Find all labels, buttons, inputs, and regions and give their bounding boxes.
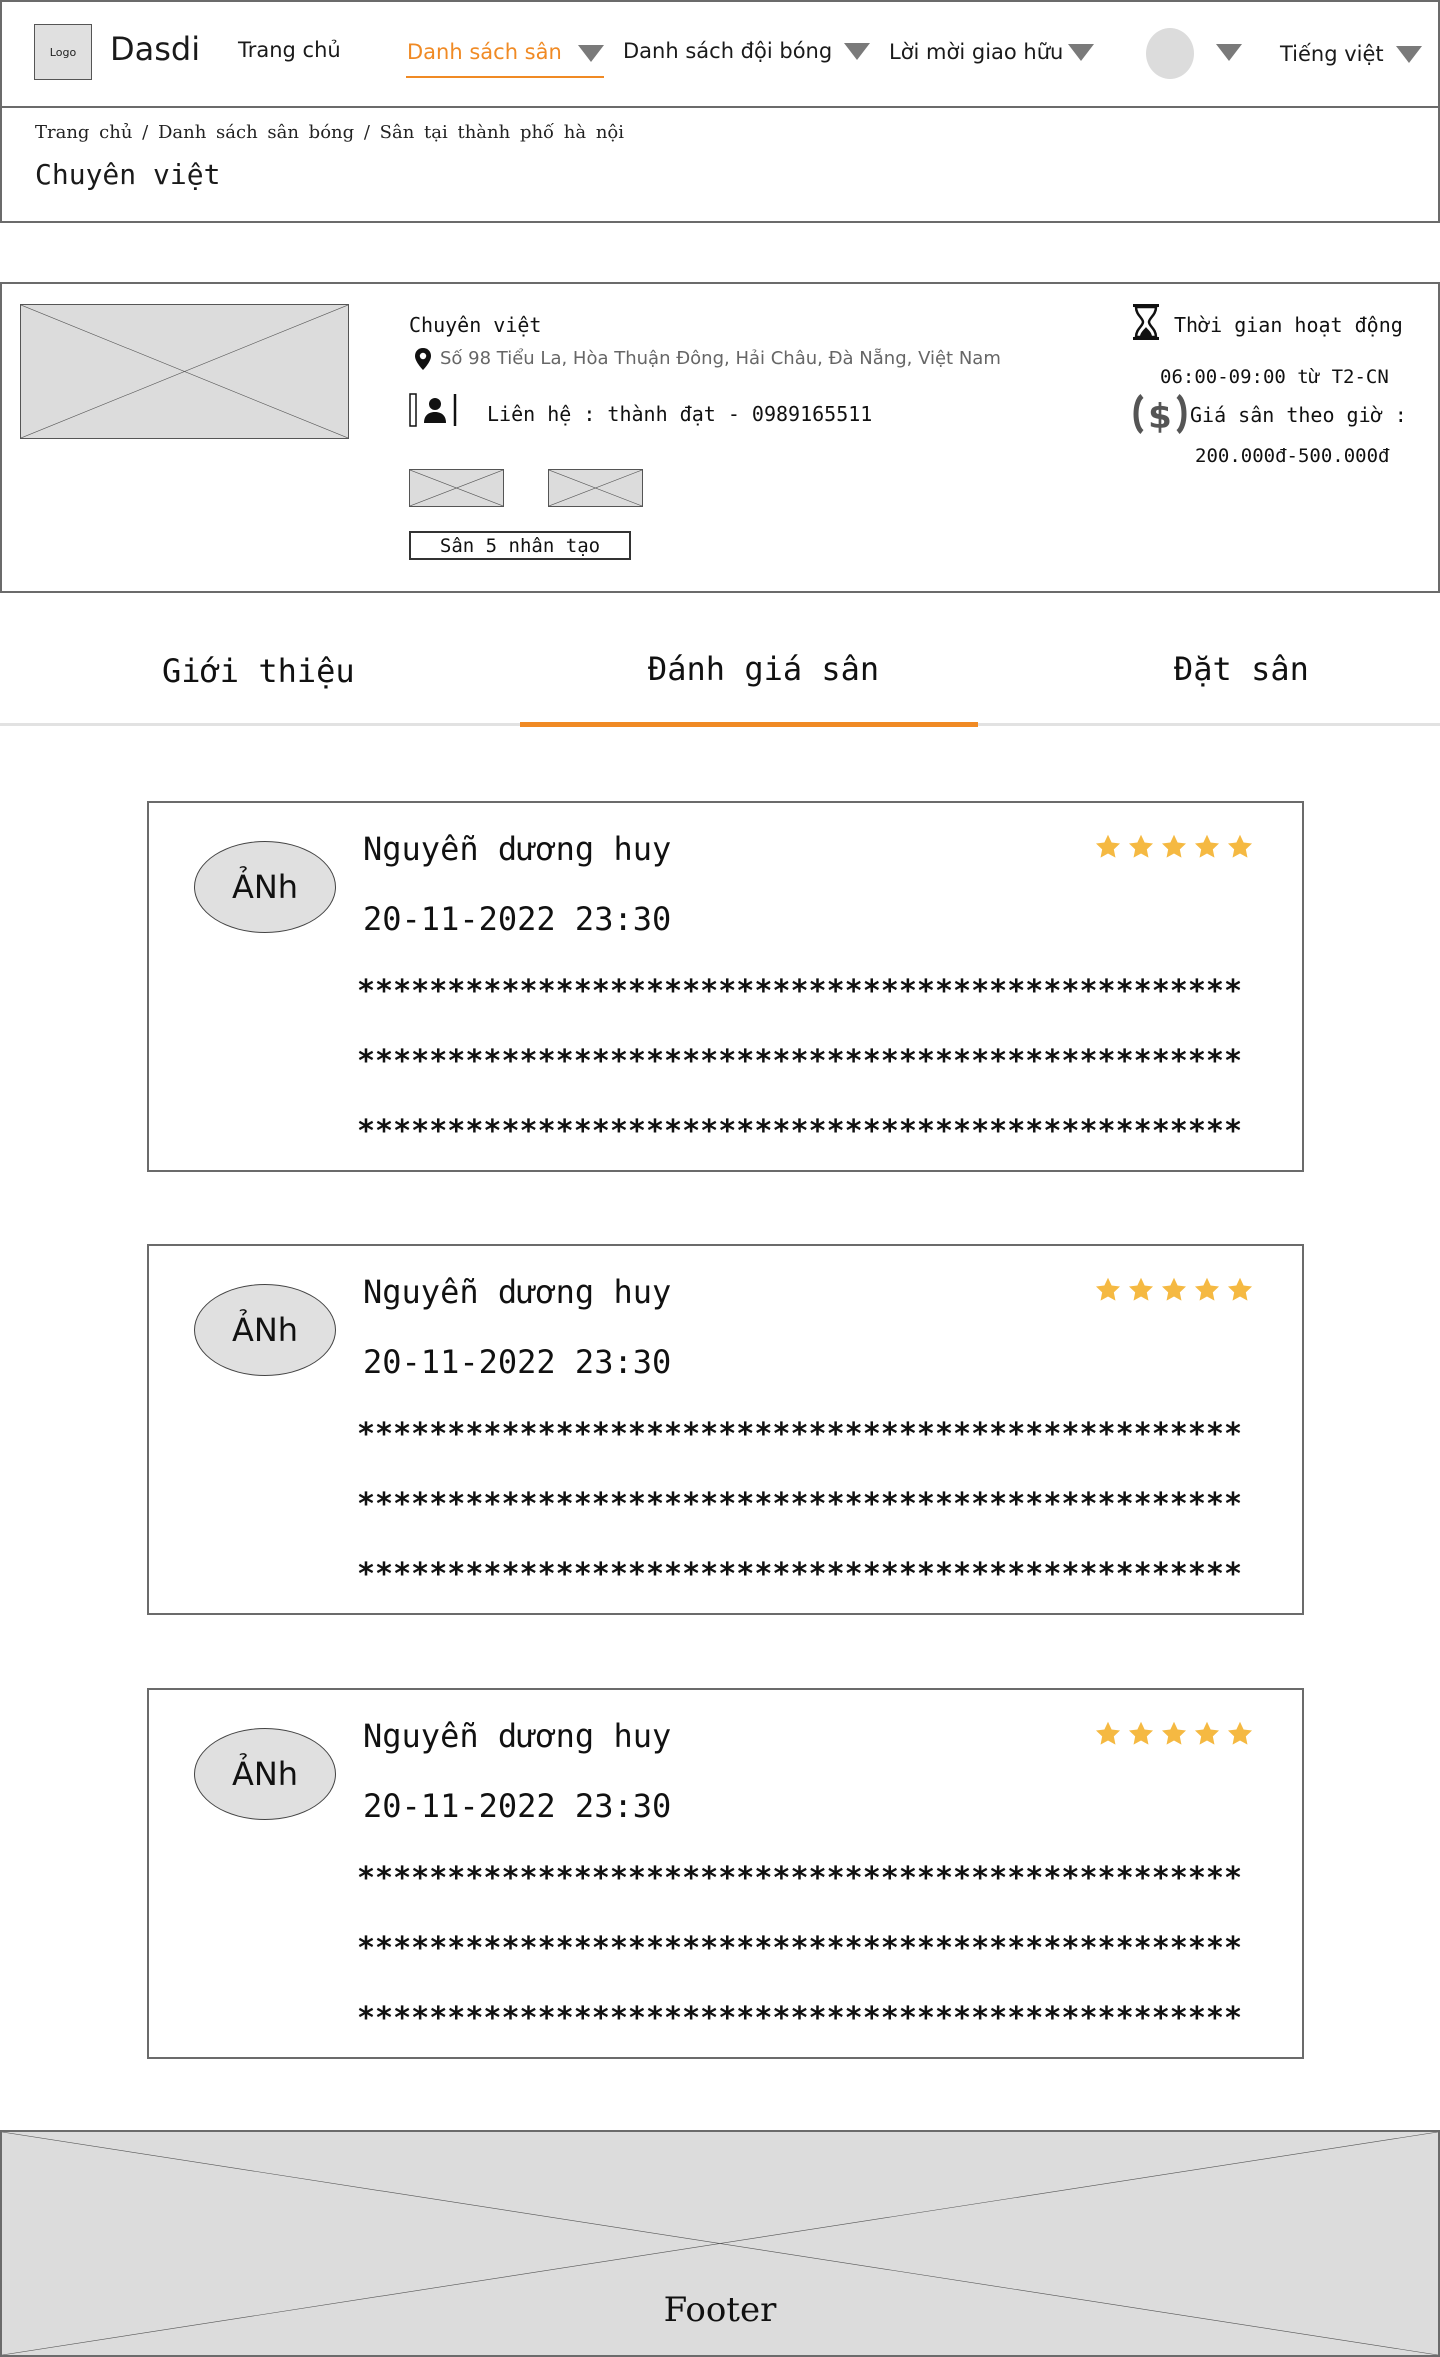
star-icon xyxy=(1161,834,1187,858)
nav-teams[interactable]: Danh sách đội bóng xyxy=(623,39,832,63)
star-icon xyxy=(1194,1277,1220,1301)
star-icon xyxy=(1128,1277,1154,1301)
venue-name: Chuyên việt xyxy=(409,313,542,337)
rating-stars xyxy=(1094,833,1254,861)
review-text-line: ****************************************… xyxy=(357,2001,1243,2036)
star-icon xyxy=(1227,834,1253,858)
star-icon xyxy=(1161,1721,1187,1745)
breadcrumb[interactable]: Trang chủ / Danh sách sân bóng / Sân tại… xyxy=(35,122,624,143)
review-card: ẢNh Nguyễn dương huy 20-11-2022 23:30 **… xyxy=(147,801,1304,1172)
nav-teams-dropdown-icon[interactable] xyxy=(844,43,870,60)
nav-fields-dropdown-icon[interactable] xyxy=(578,45,604,62)
star-icon xyxy=(1095,1721,1121,1745)
review-text-line: ****************************************… xyxy=(357,1557,1243,1592)
nav-fields[interactable]: Danh sách sân xyxy=(407,40,562,64)
review-date: 20-11-2022 23:30 xyxy=(363,900,672,938)
nav-invites[interactable]: Lời mời giao hữu xyxy=(889,40,1063,64)
review-text-line: ****************************************… xyxy=(357,1417,1243,1452)
reviewer-name: Nguyễn dương huy xyxy=(363,1273,672,1311)
star-icon xyxy=(1194,1721,1220,1745)
review-text-line: ****************************************… xyxy=(357,1931,1243,1966)
active-tab-indicator xyxy=(520,722,978,727)
review-text-line: ****************************************… xyxy=(357,1114,1243,1149)
review-text-line: ****************************************… xyxy=(357,974,1243,1009)
hours-value: 06:00-09:00 từ T2-CN xyxy=(1160,366,1389,388)
star-icon xyxy=(1128,834,1154,858)
tab-reviews[interactable]: Đánh giá sân xyxy=(648,650,879,688)
rating-stars xyxy=(1094,1276,1254,1304)
reviewer-name: Nguyễn dương huy xyxy=(363,830,672,868)
venue-thumbnail-2[interactable] xyxy=(548,469,643,507)
review-card: ẢNh Nguyễn dương huy 20-11-2022 23:30 **… xyxy=(147,1244,1304,1615)
price-label: Giá sân theo giờ : xyxy=(1190,403,1407,427)
tab-booking[interactable]: Đặt sân xyxy=(1174,650,1309,688)
reviewer-name: Nguyễn dương huy xyxy=(363,1717,672,1755)
review-text-line: ****************************************… xyxy=(357,1487,1243,1522)
nav-active-underline xyxy=(406,76,604,78)
rating-stars xyxy=(1094,1720,1254,1748)
star-icon xyxy=(1227,1277,1253,1301)
venue-thumbnail-1[interactable] xyxy=(409,469,504,507)
hourglass-icon xyxy=(1130,303,1162,341)
field-type-tag: Sân 5 nhân tạo xyxy=(409,531,631,560)
review-text-line: ****************************************… xyxy=(357,1044,1243,1079)
venue-address: Số 98 Tiểu La, Hòa Thuận Đông, Hải Châu,… xyxy=(440,348,1001,369)
logo[interactable]: Logo xyxy=(34,24,92,80)
hours-label: Thời gian hoạt động xyxy=(1174,313,1403,337)
star-icon xyxy=(1194,834,1220,858)
dollar-price-icon: $ xyxy=(1130,392,1190,437)
contact-card-icon xyxy=(409,393,459,427)
review-card: ẢNh Nguyễn dương huy 20-11-2022 23:30 **… xyxy=(147,1688,1304,2059)
venue-main-image xyxy=(20,304,349,439)
language-selector[interactable]: Tiếng việt xyxy=(1280,42,1384,66)
user-avatar[interactable] xyxy=(1146,28,1194,79)
user-menu-dropdown-icon[interactable] xyxy=(1216,44,1242,61)
footer-label: Footer xyxy=(663,2290,777,2330)
nav-home[interactable]: Trang chủ xyxy=(238,38,341,62)
tab-introduction[interactable]: Giới thiệu xyxy=(162,652,355,690)
location-pin-icon xyxy=(413,347,433,371)
review-date: 20-11-2022 23:30 xyxy=(363,1343,672,1381)
page-title: Chuyên việt xyxy=(35,158,221,191)
reviewer-avatar: ẢNh xyxy=(194,1728,336,1820)
review-text-line: ****************************************… xyxy=(357,1861,1243,1896)
language-dropdown-icon[interactable] xyxy=(1396,46,1422,63)
star-icon xyxy=(1095,1277,1121,1301)
star-icon xyxy=(1161,1277,1187,1301)
review-date: 20-11-2022 23:30 xyxy=(363,1787,672,1825)
star-icon xyxy=(1095,834,1121,858)
reviewer-avatar: ẢNh xyxy=(194,841,336,933)
venue-contact: Liên hệ : thành đạt - 0989165511 xyxy=(487,402,873,426)
brand-name[interactable]: Dasdi xyxy=(110,30,200,68)
svg-text:$: $ xyxy=(1148,397,1172,436)
reviewer-avatar: ẢNh xyxy=(194,1284,336,1376)
price-value: 200.000đ-500.000đ xyxy=(1195,445,1390,467)
star-icon xyxy=(1128,1721,1154,1745)
star-icon xyxy=(1227,1721,1253,1745)
nav-invites-dropdown-icon[interactable] xyxy=(1068,44,1094,61)
